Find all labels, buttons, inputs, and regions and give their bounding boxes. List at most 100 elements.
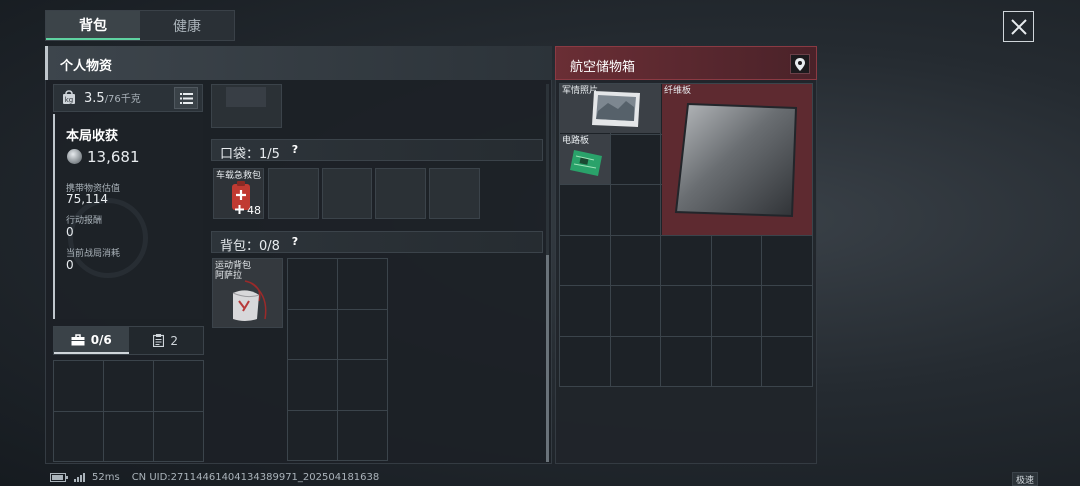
emblem-watermark xyxy=(68,198,148,278)
stats-title: 本局收获 xyxy=(66,129,119,144)
pocket-item-first-aid-kit[interactable]: 车载急救包 48 xyxy=(213,168,264,219)
clipboard-count: 2 xyxy=(170,333,179,348)
tab-safe-box[interactable]: 0/6 xyxy=(54,327,129,354)
inventory-tabs: 背包 健康 xyxy=(45,10,235,41)
pocket-slot[interactable] xyxy=(429,168,480,219)
close-button[interactable] xyxy=(1003,11,1034,42)
help-icon[interactable]: ? xyxy=(288,143,302,157)
status-bar: 52ms CN UID:27114461404134389971_2025041… xyxy=(50,472,379,483)
grid-cell[interactable] xyxy=(338,360,387,410)
grid-cell[interactable] xyxy=(610,286,661,336)
grid-cell[interactable] xyxy=(762,286,812,336)
grid-cell[interactable] xyxy=(610,134,661,184)
weight-current: 3.5 xyxy=(84,91,105,106)
signal-icon xyxy=(74,473,85,482)
location-pin-icon xyxy=(795,57,805,71)
grid-cell[interactable] xyxy=(338,410,387,460)
grid-cell[interactable] xyxy=(610,235,661,285)
backpack-header: 背包：0/8 ? xyxy=(211,231,543,254)
battery-icon xyxy=(50,473,68,482)
grid-cell[interactable] xyxy=(661,286,711,336)
stat-label: 当前战局消耗 xyxy=(66,249,121,259)
item-circuit-board[interactable]: 电路板 xyxy=(560,134,610,184)
equipment-slot[interactable] xyxy=(211,84,282,128)
item-name: 纤维板 xyxy=(664,86,692,96)
grid-cell[interactable] xyxy=(762,336,812,386)
speed-button[interactable]: 极速 xyxy=(1012,472,1038,486)
locate-button[interactable] xyxy=(790,54,810,74)
grid-cell[interactable] xyxy=(661,336,711,386)
pocket-slot[interactable] xyxy=(268,168,319,219)
equipment-silhouette xyxy=(226,87,266,107)
fiberboard-icon xyxy=(674,102,798,218)
item-name: 电路板 xyxy=(562,136,590,146)
tab-backpack[interactable]: 背包 xyxy=(46,11,140,40)
grid-cell[interactable] xyxy=(711,235,762,285)
grid-cell[interactable] xyxy=(104,411,153,461)
grid-cell[interactable] xyxy=(288,360,337,410)
grid-cell[interactable] xyxy=(288,410,337,460)
pocket-label: 口袋：1/5 xyxy=(220,147,280,162)
pocket-slot[interactable] xyxy=(375,168,426,219)
close-icon xyxy=(1010,18,1027,35)
grid-cell[interactable] xyxy=(288,309,337,359)
container-header: 航空储物箱 xyxy=(555,46,817,80)
grid-cell[interactable] xyxy=(338,259,387,309)
tab-clipboard[interactable]: 2 xyxy=(128,327,203,354)
grid-cell[interactable] xyxy=(288,259,337,309)
weight-icon: kg xyxy=(63,90,75,104)
safe-box-count: 0/6 xyxy=(90,332,112,347)
grid-cell[interactable] xyxy=(560,235,610,285)
backpack-label: 背包：0/8 xyxy=(220,239,280,254)
stat-value: 0 xyxy=(66,258,74,272)
safe-box-grid xyxy=(53,360,204,462)
uid-text: CN UID:27114461404134389971_202504181638 xyxy=(131,472,380,483)
pocket-slot[interactable] xyxy=(322,168,372,219)
heal-plus-icon xyxy=(235,205,244,214)
item-count: 48 xyxy=(247,204,261,217)
backpack-equipped-slot[interactable]: 运动背包 阿萨拉 xyxy=(212,258,283,328)
item-name: 军情照片 xyxy=(562,86,599,96)
panel-title: 个人物资 xyxy=(60,59,113,74)
box-tabs: 0/6 2 xyxy=(53,326,204,355)
stat-value: 75,114 xyxy=(66,192,108,206)
stats-value: 13,681 xyxy=(87,148,140,166)
grid-cell[interactable] xyxy=(610,185,661,235)
weight-max: /76千克 xyxy=(104,94,141,105)
item-name: 运动背包 xyxy=(215,261,252,271)
grid-cell[interactable] xyxy=(54,361,103,411)
grid-cell[interactable] xyxy=(560,185,610,235)
grid-cell[interactable] xyxy=(154,361,203,411)
grid-cell[interactable] xyxy=(610,336,661,386)
circuit-board-icon xyxy=(570,150,602,176)
help-icon[interactable]: ? xyxy=(288,235,302,249)
ping-value: 52ms xyxy=(92,472,120,483)
list-icon xyxy=(179,92,193,104)
scrollbar-thumb[interactable] xyxy=(546,255,549,462)
grid-cell[interactable] xyxy=(762,235,812,285)
tab-health[interactable]: 健康 xyxy=(140,11,234,40)
toolbox-icon xyxy=(71,333,85,345)
grid-cell[interactable] xyxy=(661,235,711,285)
pocket-header: 口袋：1/5 ? xyxy=(211,139,543,162)
grid-cell[interactable] xyxy=(711,336,762,386)
personal-inventory-header: 个人物资 xyxy=(45,46,552,80)
grid-cell[interactable] xyxy=(104,361,153,411)
item-fiberboard[interactable]: 纤维板 xyxy=(662,84,812,235)
svg-text:kg: kg xyxy=(65,96,74,104)
grid-cell[interactable] xyxy=(711,286,762,336)
grid-cell[interactable] xyxy=(338,309,387,359)
item-name: 车载急救包 xyxy=(216,171,262,181)
item-intel-photo[interactable]: 军情照片 xyxy=(560,84,661,133)
list-view-button[interactable] xyxy=(174,87,198,109)
grid-cell[interactable] xyxy=(560,336,610,386)
backpack-grid xyxy=(287,258,388,461)
weight-value: 3.5/76千克 xyxy=(84,90,141,106)
backpack-icon xyxy=(232,280,267,321)
grid-cell[interactable] xyxy=(54,411,103,461)
clipboard-icon xyxy=(153,334,165,347)
container-title: 航空储物箱 xyxy=(570,60,636,75)
coin-icon xyxy=(67,149,82,164)
grid-cell[interactable] xyxy=(560,286,610,336)
grid-cell[interactable] xyxy=(154,411,203,461)
